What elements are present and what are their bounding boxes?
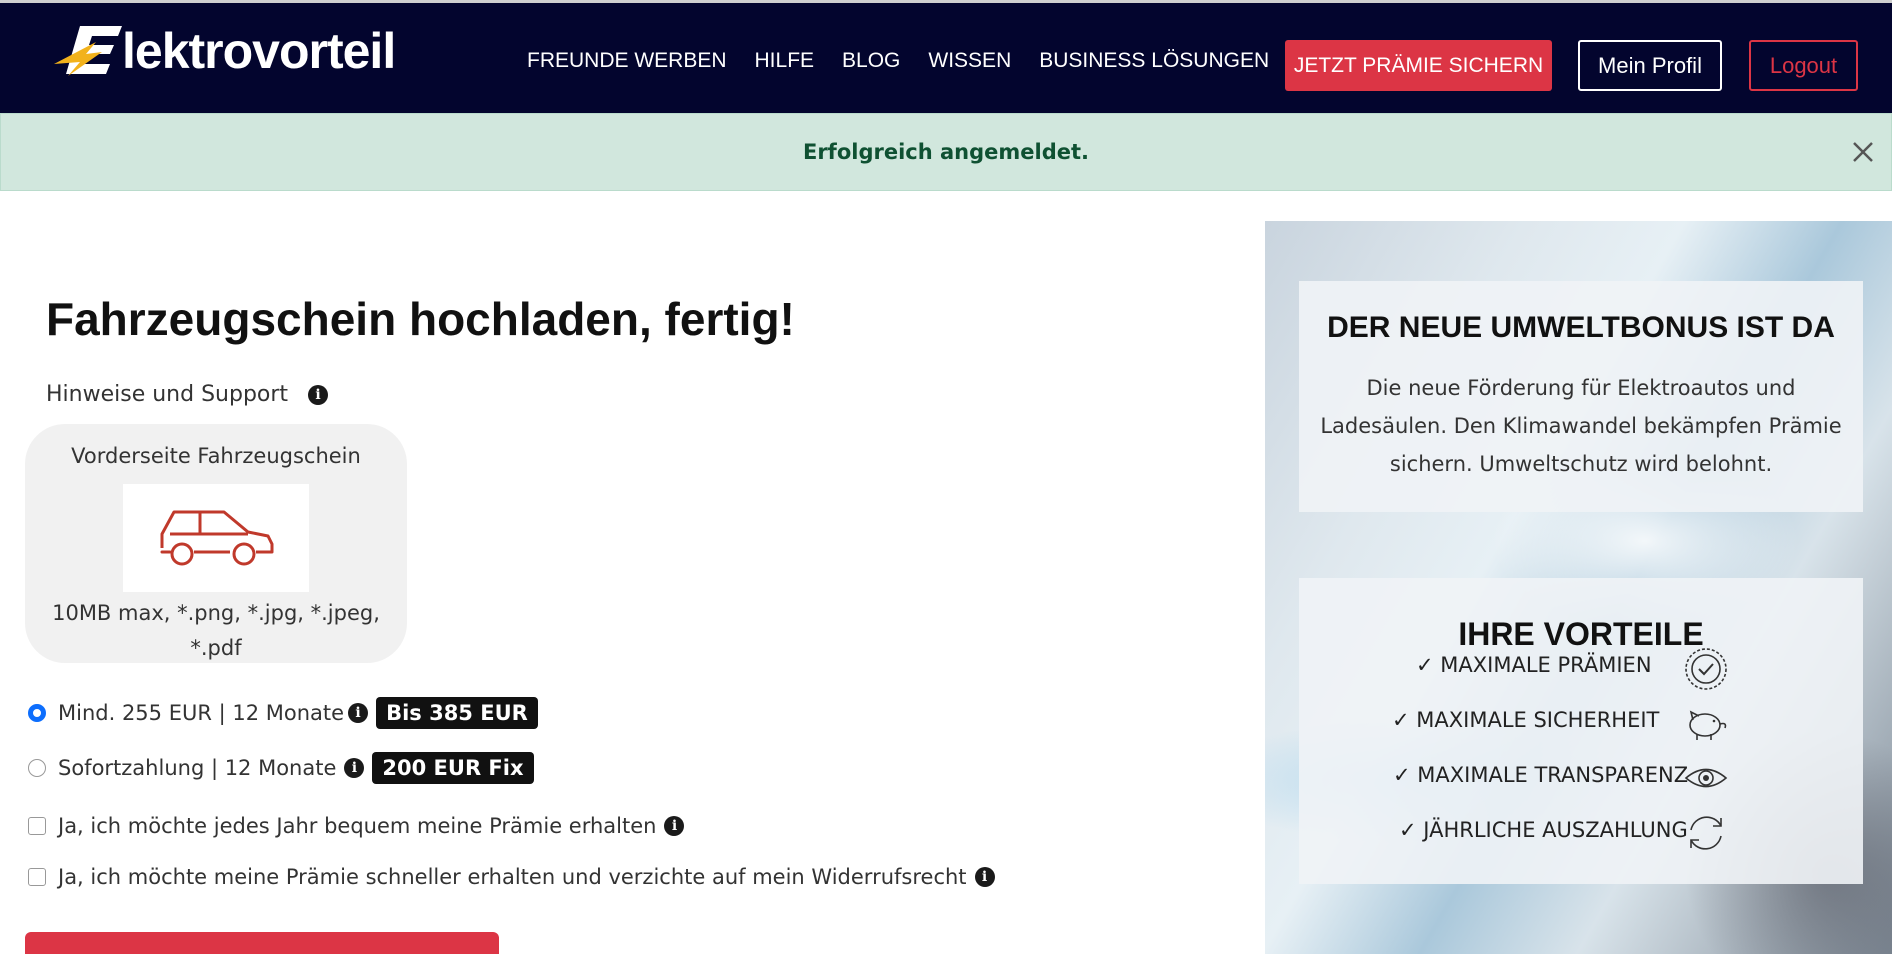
checkbox-label: Ja, ich möchte meine Prämie schneller er… xyxy=(58,865,967,889)
submit-button[interactable] xyxy=(25,932,499,954)
checkbox-jaehrlich[interactable]: Ja, ich möchte jedes Jahr bequem meine P… xyxy=(28,814,685,838)
benefit-item: ✓ MAXIMALE TRANSPARENZ xyxy=(1393,763,1689,787)
info-icon[interactable]: i xyxy=(664,816,685,836)
top-navbar: lektrovorteil FREUNDE WERBEN HILFE BLOG … xyxy=(0,0,1892,113)
option-label: Sofortzahlung | 12 Monate xyxy=(58,756,337,780)
radio-button[interactable] xyxy=(28,759,46,777)
info-icon[interactable]: i xyxy=(308,384,329,405)
close-icon[interactable] xyxy=(1849,138,1877,166)
mein-profil-button[interactable]: Mein Profil xyxy=(1578,40,1722,91)
nav-business-loesungen[interactable]: BUSINESS LÖSUNGEN xyxy=(1039,49,1269,73)
option-sofortzahlung[interactable]: Sofortzahlung | 12 Monate i 200 EUR Fix xyxy=(28,752,534,784)
vorteile-title: IHRE VORTEILE xyxy=(1458,616,1704,652)
support-hint-label: Hinweise und Support xyxy=(46,382,289,407)
umweltbonus-card: DER NEUE UMWELTBONUS IST DA Die neue För… xyxy=(1299,281,1863,512)
option-mind-255[interactable]: Mind. 255 EUR | 12 Monate i Bis 385 EUR xyxy=(28,697,538,729)
support-hint: Hinweise und Support i xyxy=(46,382,329,407)
nav-blog[interactable]: BLOG xyxy=(842,49,900,73)
nav-freunde-werben[interactable]: FREUNDE WERBEN xyxy=(527,49,727,73)
info-icon[interactable]: i xyxy=(348,703,369,723)
upload-format-hint: 10MB max, *.png, *.jpg, *.jpeg, *.pdf xyxy=(52,601,380,660)
benefit-item: ✓ JÄHRLICHE AUSZAHLUNG xyxy=(1399,818,1688,842)
badge-check-icon xyxy=(1685,648,1727,690)
alert-message: Erfolgreich angemeldet. xyxy=(802,140,1089,164)
success-alert: Erfolgreich angemeldet. xyxy=(0,113,1892,191)
logo-lightning-e-icon xyxy=(52,24,124,78)
radio-button-checked[interactable] xyxy=(28,704,46,722)
logo-text: lektrovorteil xyxy=(122,23,396,79)
amount-badge: 200 EUR Fix xyxy=(372,752,534,784)
checkbox[interactable] xyxy=(28,817,46,835)
page-title: Fahrzeugschein hochladen, fertig! xyxy=(46,293,795,345)
nav-wissen[interactable]: WISSEN xyxy=(928,49,1011,73)
option-label: Mind. 255 EUR | 12 Monate xyxy=(58,701,345,725)
praemie-sichern-button[interactable]: JETZT PRÄMIE SICHERN xyxy=(1285,40,1552,91)
info-icon[interactable]: i xyxy=(344,758,365,778)
checkbox[interactable] xyxy=(28,868,46,886)
umweltbonus-text: Die neue Förderung für Elektroautos und … xyxy=(1320,376,1842,476)
upload-preview[interactable] xyxy=(123,484,309,592)
logout-button[interactable]: Logout xyxy=(1749,40,1858,91)
info-icon[interactable]: i xyxy=(974,867,995,887)
piggy-bank-icon xyxy=(1689,710,1727,740)
main-nav: FREUNDE WERBEN HILFE BLOG WISSEN BUSINES… xyxy=(527,49,1297,73)
vorteile-card: IHRE VORTEILE ✓ MAXIMALE PRÄMIEN ✓ MAXIM… xyxy=(1299,578,1863,884)
upload-title: Vorderseite Fahrzeugschein xyxy=(71,444,361,468)
amount-badge: Bis 385 EUR xyxy=(376,697,538,729)
umweltbonus-title: DER NEUE UMWELTBONUS IST DA xyxy=(1327,311,1835,344)
upload-dropzone[interactable]: Vorderseite Fahrzeugschein 10MB max, *.p… xyxy=(25,424,407,663)
eye-icon xyxy=(1684,768,1728,788)
logo[interactable]: lektrovorteil xyxy=(52,23,396,79)
car-icon xyxy=(160,510,274,566)
sidebar-panel: DER NEUE UMWELTBONUS IST DA Die neue För… xyxy=(1265,221,1892,954)
refresh-icon xyxy=(1690,816,1722,850)
nav-hilfe[interactable]: HILFE xyxy=(755,49,815,73)
checkbox-label: Ja, ich möchte jedes Jahr bequem meine P… xyxy=(58,814,657,838)
checkbox-widerruf[interactable]: Ja, ich möchte meine Prämie schneller er… xyxy=(28,865,995,889)
benefit-item: ✓ MAXIMALE SICHERHEIT xyxy=(1392,708,1660,732)
benefit-item: ✓ MAXIMALE PRÄMIEN xyxy=(1416,653,1652,677)
